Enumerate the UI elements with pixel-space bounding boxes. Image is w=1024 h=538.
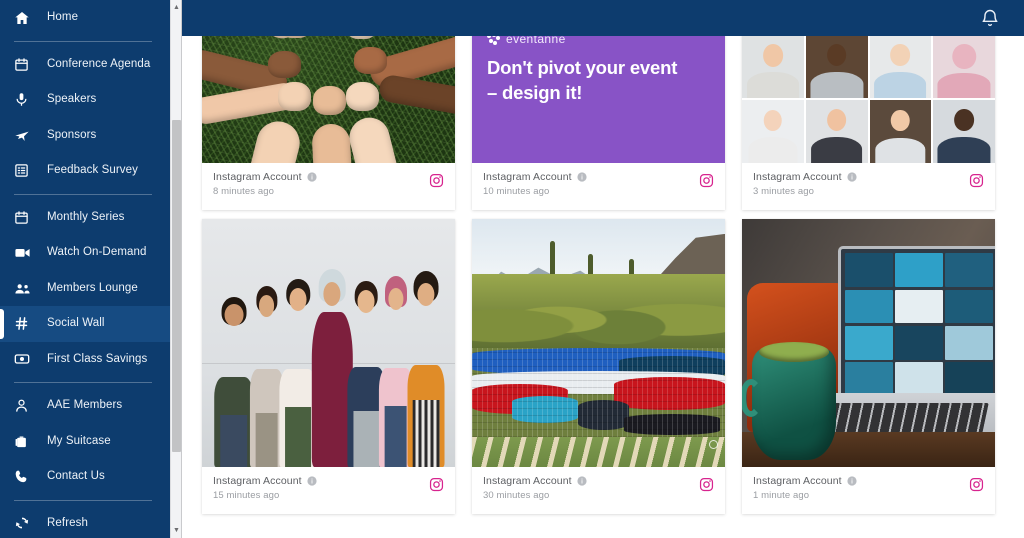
post-media-laptop-video-call-with-mug[interactable] [742, 219, 995, 467]
post-timestamp: 1 minute ago [753, 490, 810, 501]
sidebar-item-label: Speakers [47, 93, 97, 105]
coffee-mug [742, 342, 836, 460]
post-account-name: Instagram Account [213, 171, 302, 183]
sidebar-item-label: My Suitcase [47, 434, 111, 447]
laptop-screen [838, 246, 995, 401]
post-card[interactable]: Instagram Account 15 minutes ago [202, 219, 455, 514]
sidebar-item-social-wall[interactable]: Social Wall [0, 306, 170, 342]
sidebar-item-label: Sponsors [47, 128, 97, 141]
info-icon[interactable] [307, 476, 317, 486]
money-icon [14, 351, 36, 367]
sidebar-item-label: Refresh [47, 516, 88, 529]
post-account-name: Instagram Account [483, 475, 572, 487]
post-timestamp: 15 minutes ago [213, 490, 280, 501]
sidebar-item-speakers[interactable]: Speakers [0, 82, 170, 118]
instagram-icon[interactable] [699, 475, 714, 492]
post-media-large-company-group-photo-desert[interactable] [472, 219, 725, 467]
sidebar-item-label: First Class Savings [47, 352, 148, 365]
post-headline-line2: – design it! [487, 81, 583, 103]
sidebar-item-members-lounge[interactable]: Members Lounge [0, 271, 170, 307]
instagram-icon[interactable] [699, 171, 714, 188]
sidebar-item-label: AAE Members [47, 399, 123, 411]
info-icon[interactable] [577, 476, 587, 486]
post-footer: Instagram Account 1 minute ago [742, 467, 995, 514]
sidebar-item-label: Conference Agenda [47, 57, 151, 70]
home-icon [14, 10, 36, 26]
info-icon[interactable] [577, 172, 587, 182]
page-scrollbar[interactable]: ▲ ▼ [170, 0, 182, 538]
sidebar-item-aae-members[interactable]: AAE Members [0, 388, 170, 424]
post-timestamp: 30 minutes ago [483, 490, 550, 501]
instagram-icon[interactable] [429, 171, 444, 188]
post-footer: Instagram Account 8 minutes ago [202, 163, 455, 210]
info-icon[interactable] [847, 172, 857, 182]
calendar-icon [14, 56, 36, 72]
post-footer: Instagram Account 15 minutes ago [202, 467, 455, 514]
video-camera-icon [14, 245, 36, 261]
sidebar-item-home[interactable]: Home [0, 0, 170, 36]
sidebar-item-my-suitcase[interactable]: My Suitcase [0, 424, 170, 460]
microphone-icon [14, 92, 36, 108]
post-grid: Instagram Account 8 minutes ago eventann… [182, 0, 1024, 514]
hashtag-icon [14, 316, 36, 332]
sidebar-item-conference-agenda[interactable]: Conference Agenda [0, 47, 170, 83]
post-media-women-laughing-against-wall[interactable] [202, 219, 455, 467]
briefcase-icon [14, 433, 36, 449]
post-card[interactable]: Instagram Account 30 minutes ago [472, 219, 725, 514]
instagram-icon[interactable] [969, 475, 984, 492]
sidebar-item-label: Monthly Series [47, 210, 125, 223]
post-timestamp: 10 minutes ago [483, 186, 550, 197]
watermark-circle-icon [709, 440, 718, 449]
airplane-icon [14, 127, 36, 143]
person-icon [14, 398, 36, 414]
sidebar-item-label: Social Wall [47, 317, 105, 329]
sidebar-divider [14, 40, 152, 42]
sidebar-divider [14, 499, 152, 501]
sidebar-item-label: Home [47, 11, 79, 23]
sidebar-item-label: Feedback Survey [47, 164, 138, 176]
scrollbar-thumb[interactable] [172, 120, 181, 452]
social-wall-app: Home Conference Agenda Speakers Sponsors [0, 0, 1024, 538]
post-headline: Don't pivot your event – design it! [487, 56, 713, 105]
sidebar-item-contact-us[interactable]: Contact Us [0, 459, 170, 495]
post-account-name: Instagram Account [483, 171, 572, 183]
sidebar-item-monthly-series[interactable]: Monthly Series [0, 200, 170, 236]
sidebar-divider [14, 382, 152, 383]
info-icon[interactable] [847, 476, 857, 486]
calendar-icon [14, 209, 36, 225]
post-headline-line1: Don't pivot your event [487, 57, 678, 78]
social-wall-feed: Instagram Account 8 minutes ago eventann… [182, 0, 1024, 538]
survey-icon [14, 163, 36, 179]
instagram-icon[interactable] [969, 171, 984, 188]
sidebar-item-sponsors[interactable]: Sponsors [0, 118, 170, 154]
sidebar-item-first-class-savings[interactable]: First Class Savings [0, 342, 170, 378]
sidebar-navigation: Home Conference Agenda Speakers Sponsors [0, 0, 170, 538]
post-card[interactable]: Instagram Account 1 minute ago [742, 219, 995, 514]
post-account-name: Instagram Account [753, 171, 842, 183]
sidebar-item-label: Contact Us [47, 470, 105, 482]
sidebar-item-feedback-survey[interactable]: Feedback Survey [0, 153, 170, 189]
scroll-up-arrow[interactable]: ▲ [171, 1, 182, 14]
sidebar-item-label: Watch On-Demand [47, 246, 147, 258]
people-group-icon [14, 280, 36, 296]
sidebar-item-refresh[interactable]: Refresh [0, 506, 170, 538]
post-account-name: Instagram Account [753, 475, 842, 487]
scroll-down-arrow[interactable]: ▼ [171, 524, 182, 537]
post-timestamp: 8 minutes ago [213, 186, 274, 197]
post-footer: Instagram Account 30 minutes ago [472, 467, 725, 514]
top-header-bar [182, 0, 1024, 36]
photo-watermark [709, 440, 718, 449]
sidebar-divider [14, 193, 152, 195]
bell-icon[interactable] [980, 8, 1000, 28]
post-account-name: Instagram Account [213, 475, 302, 487]
post-timestamp: 3 minutes ago [753, 186, 814, 197]
sidebar-item-label: Members Lounge [47, 281, 138, 294]
refresh-icon [14, 515, 36, 531]
post-footer: Instagram Account 10 minutes ago [472, 163, 725, 210]
phone-icon [14, 469, 36, 485]
sidebar-item-watch-on-demand[interactable]: Watch On-Demand [0, 235, 170, 271]
instagram-icon[interactable] [429, 475, 444, 492]
info-icon[interactable] [307, 172, 317, 182]
post-footer: Instagram Account 3 minutes ago [742, 163, 995, 210]
